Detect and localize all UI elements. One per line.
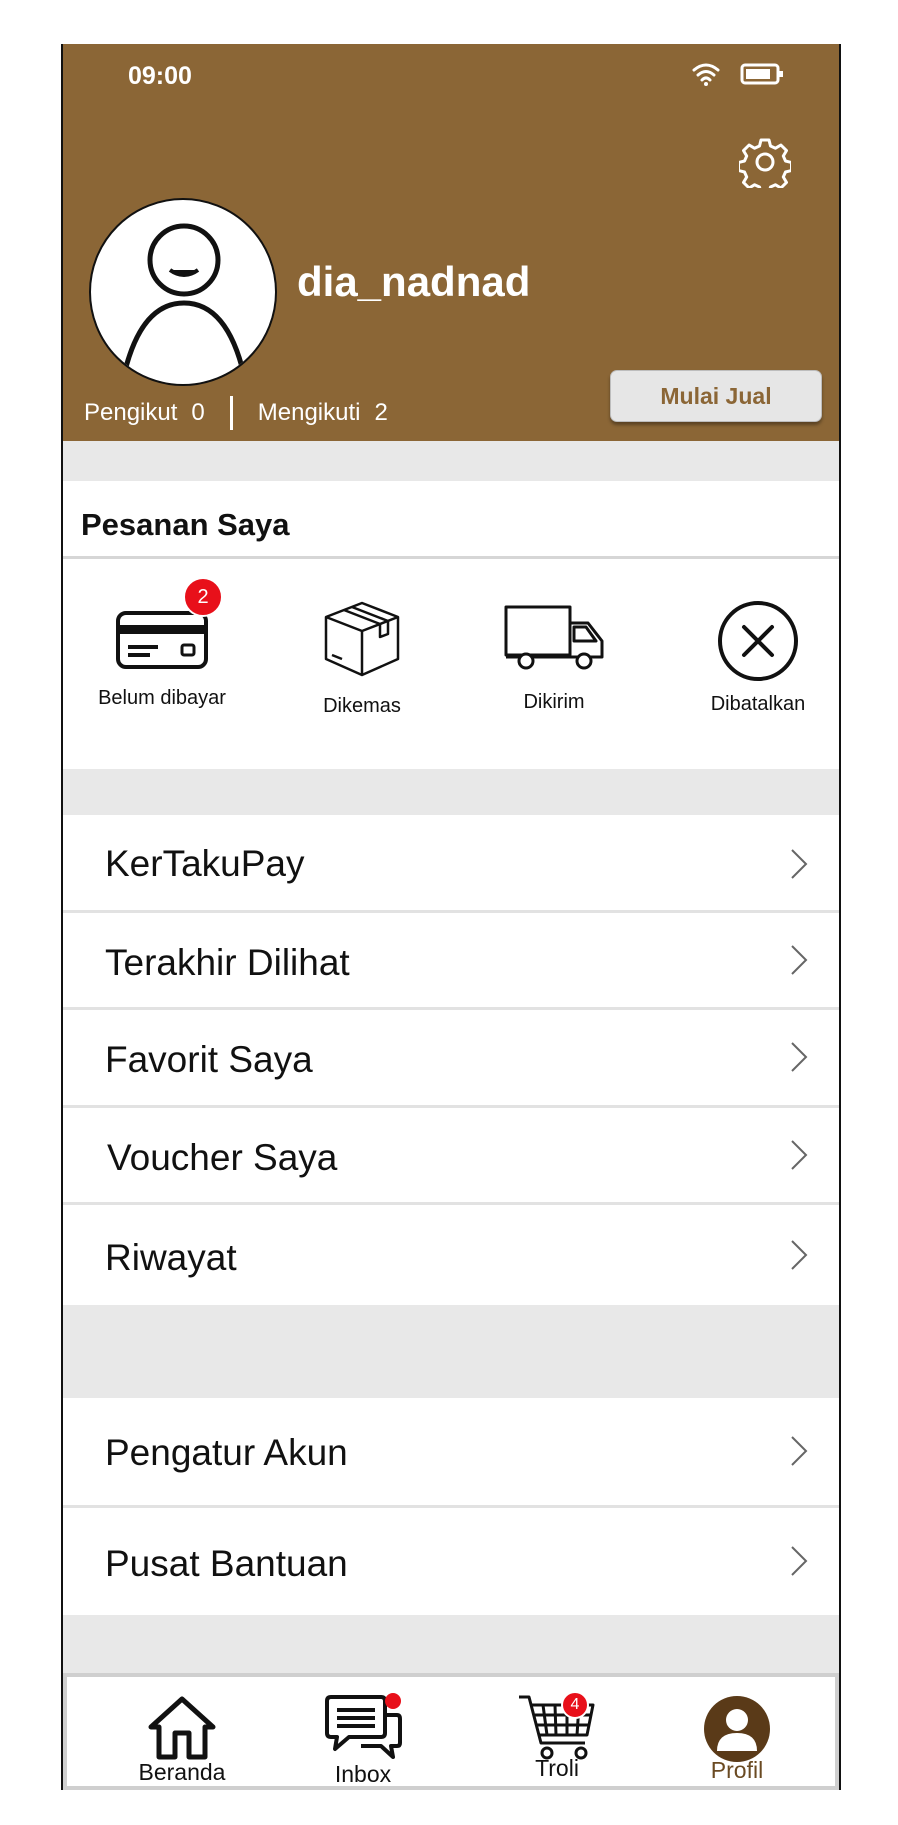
cart-count-badge: 4 [561,1691,589,1719]
order-shipped[interactable]: Dikirim [489,599,619,714]
following-label[interactable]: Mengikuti [258,399,361,427]
followers-label[interactable]: Pengikut [84,399,177,427]
chevron-right-icon [789,1238,809,1277]
menu-item-favorites[interactable]: Favorit Saya [63,1010,839,1108]
package-box-icon [297,599,427,679]
bottom-navigation: Beranda Inbox Troli 4 Profil [63,1673,839,1790]
section-gap [63,1615,839,1673]
section-gap [63,441,839,481]
inbox-notification-dot [385,1693,401,1709]
unpaid-badge: 2 [183,577,223,617]
order-cancelled[interactable]: Dibatalkan [693,599,823,716]
menu-item-vouchers[interactable]: Voucher Saya [63,1108,839,1205]
menu-item-recently-viewed[interactable]: Terakhir Dilihat [63,913,839,1010]
nav-profile[interactable]: Profil [687,1695,787,1784]
nav-profile-label: Profil [710,1757,764,1783]
profile-avatar[interactable] [89,198,277,386]
menu-item-help-center[interactable]: Pusat Bantuan [63,1508,839,1615]
nav-cart-label: Troli [535,1755,579,1781]
cancel-circle-icon [693,599,823,683]
home-icon [117,1695,247,1761]
order-cancelled-label: Dibatalkan [710,693,806,715]
nav-home-label: Beranda [138,1759,226,1785]
nav-home[interactable]: Beranda [117,1695,247,1786]
menu-item-label: Voucher Saya [107,1137,338,1178]
status-time: 09:00 [128,62,192,90]
chevron-right-icon [789,1138,809,1177]
delivery-truck-icon [489,599,619,675]
username: dia_nadnad [297,258,531,305]
menu-item-label: Pusat Bantuan [105,1543,348,1584]
wifi-icon [692,62,720,91]
menu-item-kertakupay[interactable]: KerTakuPay [63,815,839,913]
cart-icon [507,1693,607,1761]
orders-title: Pesanan Saya [81,507,290,542]
order-packed-label: Dikemas [323,695,401,717]
menu-item-history[interactable]: Riwayat [63,1205,839,1305]
menu-item-label: Terakhir Dilihat [105,942,350,983]
followers-count[interactable]: 0 [191,399,204,427]
menu-item-label: Favorit Saya [105,1039,313,1080]
menu-item-label: Riwayat [105,1237,237,1278]
order-packed[interactable]: Dikemas [297,599,427,718]
menu-item-label: Pengatur Akun [105,1432,348,1473]
chevron-right-icon [789,1544,809,1583]
stats-divider [229,396,233,430]
nav-inbox-label: Inbox [334,1761,392,1787]
section-gap [63,769,839,815]
menu-item-label: KerTakuPay [105,843,305,884]
status-icons [692,62,784,91]
chevron-right-icon [789,1434,809,1473]
follow-stats: Pengikut 0 Mengikuti 2 [84,396,388,430]
section-gap [63,1305,839,1398]
nav-inbox[interactable]: Inbox [303,1693,423,1788]
order-unpaid[interactable]: Belum dibayar 2 [87,577,237,710]
chevron-right-icon [789,847,809,886]
profile-icon [687,1695,787,1763]
orders-divider [63,556,839,559]
phone-frame: 09:00 dia_nadnad Pengikut 0 Mengikuti 2 … [61,44,841,1790]
battery-icon [740,62,784,91]
chat-icon [303,1693,423,1763]
nav-cart[interactable]: Troli 4 [507,1691,607,1782]
following-count[interactable]: 2 [374,399,387,427]
chevron-right-icon [789,943,809,982]
menu-item-account-settings[interactable]: Pengatur Akun [63,1398,839,1508]
order-unpaid-label: Belum dibayar [98,687,226,709]
start-selling-button[interactable]: Mulai Jual [610,370,822,422]
settings-gear-icon[interactable] [737,136,793,195]
order-shipped-label: Dikirim [523,691,585,713]
profile-header: 09:00 dia_nadnad Pengikut 0 Mengikuti 2 … [63,44,839,441]
chevron-right-icon [789,1040,809,1079]
